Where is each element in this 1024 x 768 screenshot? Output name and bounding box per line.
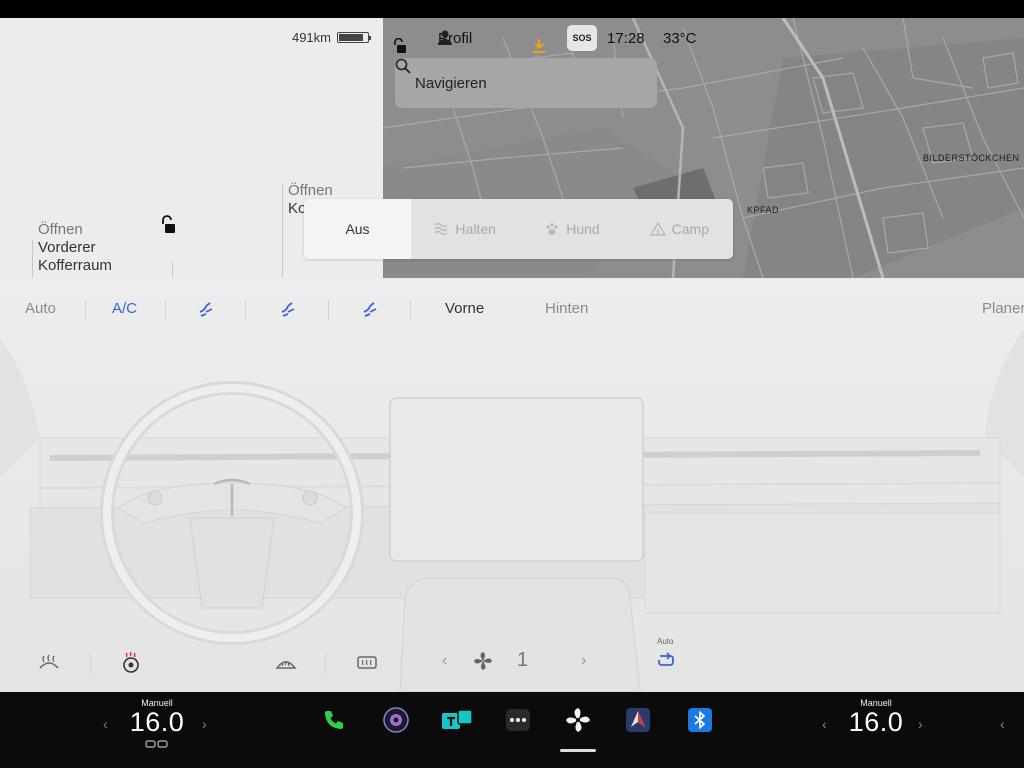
passenger-temperature[interactable]: Manuell 16.0 (846, 698, 906, 736)
recirculation-mode-label: Auto (657, 637, 674, 646)
unlock-status-icon (394, 38, 406, 53)
navigation-icon (626, 708, 650, 732)
active-app-indicator (560, 749, 596, 752)
camera-app-button[interactable] (382, 706, 410, 734)
sos-label: SOS (572, 33, 592, 43)
front-defrost-icon[interactable] (275, 654, 297, 672)
separator (165, 300, 166, 320)
airflow-face-icon[interactable] (197, 300, 215, 318)
sos-icon: SOS (567, 25, 597, 51)
wiper-heat-icon[interactable] (120, 651, 142, 673)
bottom-dock: ‹ Manuell 16.0 › ‹ Manuell 16.0 › ‹ (0, 692, 1024, 768)
fan-icon (474, 652, 492, 670)
steering-wheel-heat-icon[interactable] (38, 654, 60, 672)
phone-app-button[interactable] (320, 706, 348, 734)
person-icon (438, 30, 452, 45)
driver-temp-up-button[interactable]: › (202, 716, 207, 732)
download-icon (533, 39, 545, 53)
open-front-trunk-button[interactable]: Öffnen Vorderer Kofferraum (38, 221, 112, 275)
tab-rear[interactable]: Hinten (545, 300, 588, 317)
ac-button[interactable]: A/C (112, 300, 137, 317)
separator (328, 300, 329, 320)
fan-increase-button[interactable]: › (581, 652, 586, 670)
more-apps-button[interactable] (504, 706, 532, 734)
airflow-body-icon[interactable] (279, 300, 297, 318)
auto-climate-button[interactable]: Auto (25, 300, 56, 317)
mode-off-label: Aus (345, 221, 370, 237)
range-indicator[interactable]: 491km (291, 30, 371, 45)
driver-temp-down-button[interactable]: ‹ (103, 716, 108, 732)
bluetooth-icon (688, 708, 712, 732)
passenger-temp-up-button[interactable]: › (918, 716, 923, 732)
airflow-feet-icon[interactable] (361, 300, 379, 318)
more-icon (506, 709, 530, 731)
map-label-bilderstoeckchen: BILDERSTÖCKCHEN (923, 153, 1020, 163)
navigation-search[interactable]: Navigieren (395, 58, 657, 108)
cabin-illustration (0, 278, 1024, 692)
seat-heat-icon (145, 740, 168, 748)
clock: 17:28 (607, 30, 645, 47)
front-trunk-label-1: Vorderer (38, 239, 96, 256)
mode-keep-button[interactable]: Halten (411, 199, 518, 259)
mode-keep-label: Halten (455, 221, 496, 237)
outside-temperature: 33°C (663, 30, 697, 47)
climate-panel: Auto A/C Vorne Hinten Planer ‹ 1 › Auto (0, 278, 1024, 692)
map-label-kpfad: KPFAD (747, 205, 780, 215)
fan-icon (566, 708, 590, 732)
front-trunk-label-2: Kofferraum (38, 257, 112, 274)
volume-down-button[interactable]: ‹ (1000, 716, 1005, 732)
battery-icon (337, 32, 371, 43)
driver-temperature[interactable]: Manuell 16.0 (128, 698, 186, 754)
climate-keep-mode-selector: Aus Halten Hund Camp (304, 199, 733, 259)
separator (90, 654, 91, 674)
toybox-app-button[interactable] (440, 706, 474, 734)
mode-off-button[interactable]: Aus (304, 199, 411, 259)
mode-camp-label: Camp (671, 221, 709, 237)
unlock-icon[interactable] (160, 215, 176, 235)
separator (85, 300, 86, 320)
passenger-temp-down-button[interactable]: ‹ (822, 716, 827, 732)
camera-icon (383, 707, 409, 733)
range-text: 491km (291, 30, 331, 45)
status-bar: Profil SOS 17:28 33°C (383, 18, 1024, 58)
battery-fill (339, 34, 363, 41)
separator (325, 654, 326, 674)
fan-decrease-button[interactable]: ‹ (442, 652, 447, 670)
separator (245, 300, 246, 320)
outside-temp-text: 33°C (663, 29, 697, 47)
search-placeholder: Navigieren (415, 74, 487, 92)
tab-front[interactable]: Vorne (445, 300, 484, 317)
phone-icon (325, 711, 343, 729)
tent-icon (649, 222, 666, 236)
trunk-line-rear (282, 183, 283, 278)
mode-dog-label: Hund (566, 221, 600, 237)
rear-trunk-action: Öffnen (288, 182, 333, 199)
sos-button[interactable]: SOS (567, 25, 597, 51)
bluetooth-app-button[interactable] (686, 706, 714, 734)
paw-icon (546, 223, 558, 235)
passenger-temp-value: 16.0 (848, 707, 904, 737)
climate-app-button[interactable] (564, 706, 592, 734)
time-text: 17:28 (607, 29, 645, 47)
separator (410, 300, 411, 320)
rear-defrost-icon[interactable] (356, 654, 378, 672)
front-trunk-action: Öffnen (38, 221, 83, 238)
toybox-icon (442, 709, 473, 729)
navigation-app-button[interactable] (624, 706, 652, 734)
planner-button[interactable]: Planer (982, 300, 1024, 317)
profile-button[interactable]: Profil (438, 30, 472, 47)
fan-speed-value: 1 (517, 649, 529, 671)
keep-climate-icon (434, 222, 448, 236)
recirculation-icon[interactable] (656, 652, 676, 668)
mode-dog-button[interactable]: Hund (518, 199, 625, 259)
driver-temp-value: 16.0 (129, 707, 185, 737)
search-icon (395, 58, 411, 74)
trunk-line-front-right (172, 262, 173, 278)
climate-controls-top: Auto A/C Vorne Hinten Planer (0, 278, 1024, 340)
trunk-line-front-left (32, 240, 33, 278)
mode-camp-button[interactable]: Camp (626, 199, 733, 259)
